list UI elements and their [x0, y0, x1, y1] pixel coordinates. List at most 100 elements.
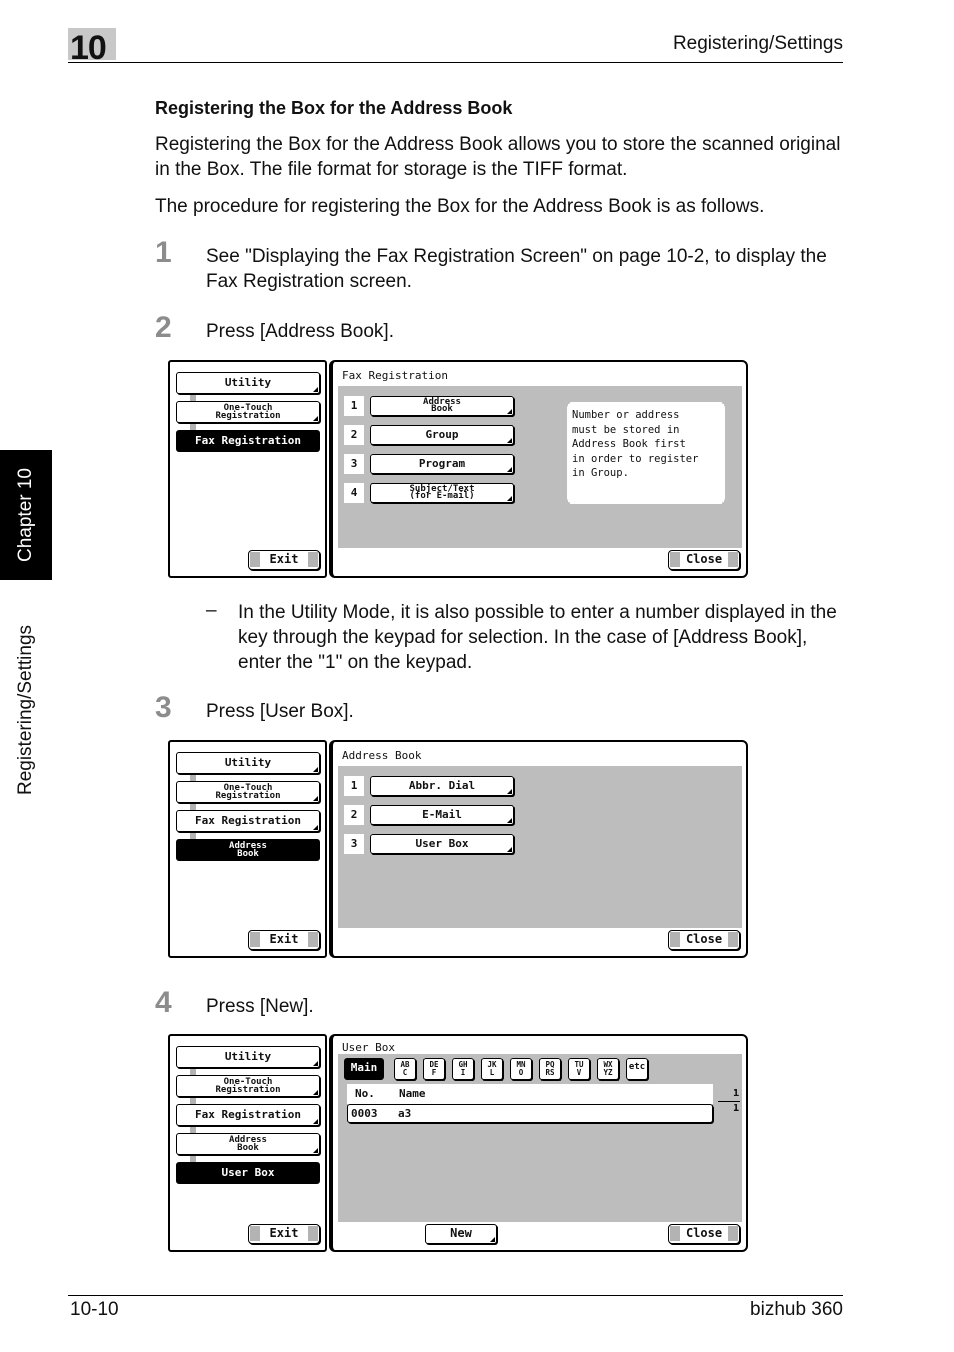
- menu-fax-registration-button[interactable]: Fax Registration: [176, 1104, 320, 1126]
- main-pane: Fax Registration 1 Address Book 2 Group 3…: [329, 360, 748, 578]
- menu-one-touch-registration-button[interactable]: One-Touch Registration: [176, 1075, 320, 1097]
- side-chapter-tab: Chapter 10: [0, 450, 52, 580]
- button-label-line: Registration: [215, 791, 281, 801]
- button-label: Group: [425, 428, 459, 441]
- pane-title: Address Book: [342, 749, 422, 762]
- procedure-intro: The procedure for registering the Box fo…: [155, 196, 765, 217]
- corner-arrow-icon: [313, 1119, 318, 1124]
- tab-label: RS: [545, 1068, 555, 1077]
- new-button[interactable]: New: [425, 1224, 497, 1244]
- index-tab-jkl[interactable]: JK L: [481, 1058, 503, 1080]
- menu-fax-registration-button[interactable]: Fax Registration: [176, 810, 320, 832]
- index-tab-main[interactable]: Main: [344, 1058, 384, 1080]
- menu-fax-registration-label: Fax Registration: [195, 814, 301, 827]
- left-menu-pane: Utility One-Touch Registration Fax Regist…: [168, 1034, 327, 1252]
- option-group-button[interactable]: Group: [370, 425, 514, 445]
- tab-label: O: [518, 1068, 524, 1077]
- button-label-line: Registration: [215, 1085, 281, 1095]
- corner-arrow-icon: [313, 1090, 318, 1095]
- corner-arrow-icon: [507, 409, 512, 414]
- side-section-label: Registering/Settings: [15, 624, 36, 796]
- menu-fax-registration-label: Fax Registration: [195, 434, 301, 447]
- pane-title: Fax Registration: [342, 369, 448, 382]
- option-user-box-button[interactable]: User Box: [370, 834, 514, 854]
- step-text: Press [Address Book].: [206, 321, 394, 342]
- index-tab-etc[interactable]: etc: [626, 1058, 648, 1080]
- option-number: 1: [344, 396, 364, 416]
- option-number: 3: [344, 454, 364, 474]
- screen-fax-registration: Utility One-Touch Registration Fax Regist…: [168, 360, 748, 578]
- screen-address-book: Utility One-Touch Registration Fax Regist…: [168, 740, 748, 958]
- left-menu-pane: Utility One-Touch Registration Fax Regist…: [168, 740, 327, 958]
- step-number: 2: [155, 311, 172, 344]
- exit-button[interactable]: Exit: [248, 1224, 320, 1244]
- index-tab-def[interactable]: DE F: [423, 1058, 445, 1080]
- corner-arrow-icon: [507, 467, 512, 472]
- note-text: In the Utility Mode, it is also possible…: [238, 602, 837, 673]
- tab-label: I: [460, 1068, 466, 1077]
- tab-label: Main: [350, 1061, 378, 1074]
- option-number: 1: [344, 776, 364, 796]
- corner-arrow-icon: [313, 387, 318, 392]
- menu-utility-button[interactable]: Utility: [176, 752, 320, 774]
- corner-arrow-icon: [313, 1148, 318, 1153]
- menu-one-touch-registration-button[interactable]: One-Touch Registration: [176, 781, 320, 803]
- index-tab-ghi[interactable]: GH I: [452, 1058, 474, 1080]
- exit-button[interactable]: Exit: [248, 550, 320, 570]
- corner-arrow-icon: [313, 416, 318, 421]
- close-button[interactable]: Close: [668, 930, 740, 950]
- option-program-button[interactable]: Program: [370, 454, 514, 474]
- current-page: 1: [732, 1088, 739, 1099]
- page-indicator: 1 1: [710, 1088, 740, 1116]
- intro-paragraph: Registering the Box for the Address Book…: [155, 134, 841, 180]
- menu-address-book-button[interactable]: Address Book: [176, 1133, 320, 1155]
- menu-user-box-button[interactable]: User Box: [176, 1162, 320, 1184]
- footer-divider: [68, 1295, 843, 1296]
- pane-title: User Box: [342, 1041, 395, 1054]
- button-label: E-Mail: [422, 808, 462, 821]
- side-section-tab: Registering/Settings: [0, 600, 52, 820]
- corner-arrow-icon: [313, 796, 318, 801]
- menu-address-book-button[interactable]: Address Book: [176, 839, 320, 861]
- corner-arrow-icon: [507, 789, 512, 794]
- menu-utility-button[interactable]: Utility: [176, 372, 320, 394]
- option-email-button[interactable]: E-Mail: [370, 805, 514, 825]
- menu-utility-label: Utility: [224, 756, 272, 769]
- new-button-label: New: [450, 1226, 472, 1240]
- index-tab-mno[interactable]: MN O: [510, 1058, 532, 1080]
- menu-utility-button[interactable]: Utility: [176, 1046, 320, 1068]
- box-number: 0003: [351, 1107, 378, 1120]
- step-number: 3: [155, 691, 172, 724]
- exit-button[interactable]: Exit: [248, 930, 320, 950]
- chapter-number: 10: [70, 29, 107, 67]
- tab-label: V: [576, 1068, 582, 1077]
- option-subject-text-button[interactable]: Subject/Text (for E-mail): [370, 483, 514, 503]
- corner-arrow-icon: [313, 825, 318, 830]
- page-number: 10-10: [70, 1299, 119, 1320]
- close-button[interactable]: Close: [668, 550, 740, 570]
- index-tab-tuv[interactable]: TU V: [568, 1058, 590, 1080]
- corner-arrow-icon: [507, 818, 512, 823]
- menu-fax-registration-label: Fax Registration: [195, 1108, 301, 1121]
- option-abbr-dial-button[interactable]: Abbr. Dial: [370, 776, 514, 796]
- box-name: a3: [398, 1107, 412, 1120]
- total-pages: 1: [732, 1103, 739, 1114]
- index-tab-abc[interactable]: AB C: [394, 1058, 416, 1080]
- corner-arrow-icon: [313, 767, 318, 772]
- tab-label: C: [402, 1068, 408, 1077]
- menu-fax-registration-button[interactable]: Fax Registration: [176, 430, 320, 452]
- left-menu-pane: Utility One-Touch Registration Fax Regist…: [168, 360, 327, 578]
- table-row[interactable]: 0003 a3: [347, 1104, 713, 1123]
- step-text: Press [New].: [206, 996, 314, 1017]
- close-button[interactable]: Close: [668, 1224, 740, 1244]
- tab-label: L: [489, 1068, 495, 1077]
- button-label-line: Book: [431, 404, 453, 414]
- column-name-header: Name: [399, 1087, 426, 1100]
- side-chapter-label: Chapter 10: [15, 467, 36, 563]
- index-tab-pqrs[interactable]: PQ RS: [539, 1058, 561, 1080]
- option-address-book-button[interactable]: Address Book: [370, 396, 514, 416]
- menu-one-touch-registration-button[interactable]: One-Touch Registration: [176, 401, 320, 423]
- tab-label: F: [431, 1068, 437, 1077]
- index-tab-wxyz[interactable]: WX YZ: [597, 1058, 619, 1080]
- tab-label: etc: [628, 1062, 646, 1072]
